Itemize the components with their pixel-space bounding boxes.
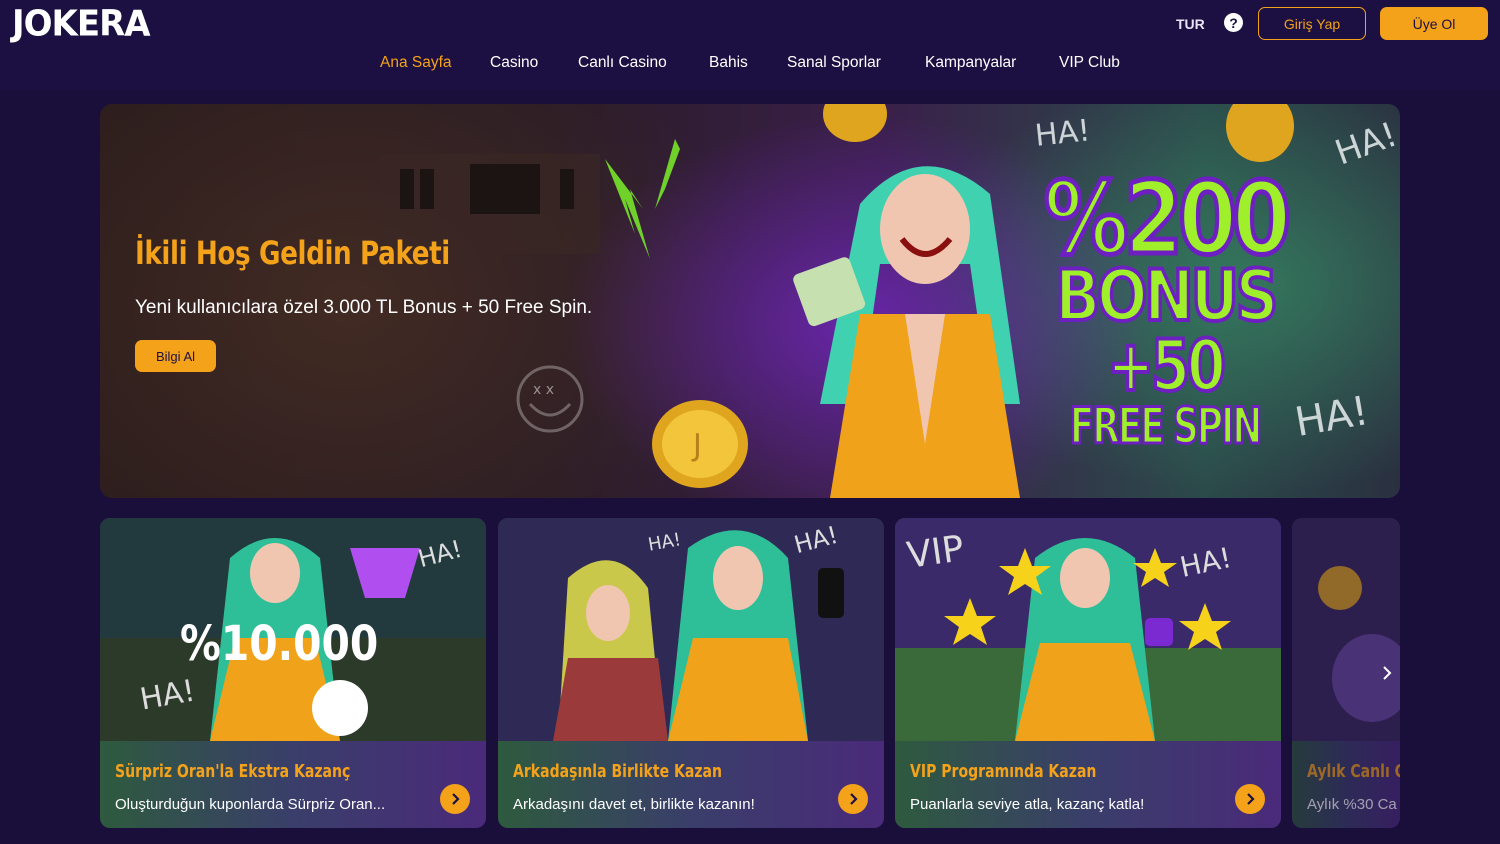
nav-item-bahis[interactable]: Bahis: [709, 54, 748, 72]
hero-subtitle: Yeni kullanıcılara özel 3.000 TL Bonus +…: [135, 297, 593, 318]
card-image-text: %10.000: [180, 616, 379, 672]
smiley-graffiti-decoration: x x: [516, 365, 584, 433]
hero-title: İkili Hoş Geldin Paketi: [135, 234, 450, 272]
ha-graffiti: HA!: [1033, 113, 1092, 154]
nav-item-canli-casino[interactable]: Canlı Casino: [578, 54, 667, 72]
register-button[interactable]: Üye Ol: [1380, 7, 1488, 40]
card-arrow-button[interactable]: [1235, 784, 1265, 814]
card-arrow-button[interactable]: [440, 784, 470, 814]
nav-item-sanal-sporlar[interactable]: Sanal Sporlar: [787, 54, 881, 72]
card-title: Aylık Canlı Ca: [1307, 761, 1400, 782]
card-title: Arkadaşınla Birlikte Kazan: [513, 761, 722, 782]
card-arrow-button[interactable]: [838, 784, 868, 814]
hero-info-button[interactable]: Bilgi Al: [135, 340, 216, 372]
chevron-right-icon: [1383, 666, 1392, 680]
promo-card-arkadasinla-kazan[interactable]: HA! HA! Arkadaşınla Birlikte Kazan Arkad…: [498, 518, 884, 828]
gold-coin-icon: [1226, 104, 1294, 162]
promo-card-surpriz-oran[interactable]: %10.000 HA! HA! Sürpriz Oran'la Ekstra K…: [100, 518, 486, 828]
card-title: VIP Programında Kazan: [910, 761, 1097, 782]
lightning-decoration: [605, 139, 680, 259]
language-selector[interactable]: TUR: [1176, 16, 1205, 32]
chevron-right-icon: [1247, 793, 1255, 805]
card-description: Puanlarla seviye atla, kazanç katla!: [910, 796, 1145, 813]
gold-coin-icon: J: [652, 400, 748, 488]
card-description: Arkadaşını davet et, birlikte kazanın!: [513, 796, 755, 813]
svg-text:J: J: [691, 428, 702, 463]
card-title: Sürpriz Oran'la Ekstra Kazanç: [115, 761, 351, 782]
vip-graffiti: VIP: [904, 528, 967, 577]
nav-item-vip-club[interactable]: VIP Club: [1059, 54, 1120, 72]
login-button[interactable]: Giriş Yap: [1258, 7, 1366, 40]
main-nav: Ana Sayfa Casino Canlı Casino Bahis Sana…: [0, 54, 1500, 78]
nav-item-casino[interactable]: Casino: [490, 54, 538, 72]
card-description: Aylık %30 Ca: [1307, 796, 1397, 813]
chevron-right-icon: [850, 793, 858, 805]
hero-banner[interactable]: x x J %200 BONUS +50 FREE SPIN HA! HA! H…: [100, 104, 1400, 498]
top-bar: JOKERA TUR ? Giriş Yap Üye Ol Ana Sayfa …: [0, 0, 1500, 90]
promo-free-spin-text: FREE SPIN: [1069, 396, 1264, 457]
promo-bonus-text: BONUS: [1053, 254, 1280, 338]
slider-next-button[interactable]: [1374, 660, 1400, 686]
logo[interactable]: JOKERA: [12, 3, 151, 45]
card-description: Oluşturduğun kuponlarda Sürpriz Oran...: [115, 796, 386, 813]
promo-plus-text: +50: [1106, 324, 1228, 408]
question-circle-icon[interactable]: ?: [1224, 13, 1243, 32]
ha-graffiti: HA!: [1330, 114, 1400, 174]
svg-text:x x: x x: [533, 382, 554, 398]
chevron-right-icon: [452, 793, 460, 805]
card-image: [1292, 518, 1400, 741]
nav-item-kampanyalar[interactable]: Kampanyalar: [925, 54, 1016, 72]
promo-card-vip-programi[interactable]: VIP HA! VIP Programında Kazan Puanlarla …: [895, 518, 1281, 828]
gold-coin-icon: [823, 104, 887, 142]
nav-item-ana-sayfa[interactable]: Ana Sayfa: [380, 54, 452, 72]
